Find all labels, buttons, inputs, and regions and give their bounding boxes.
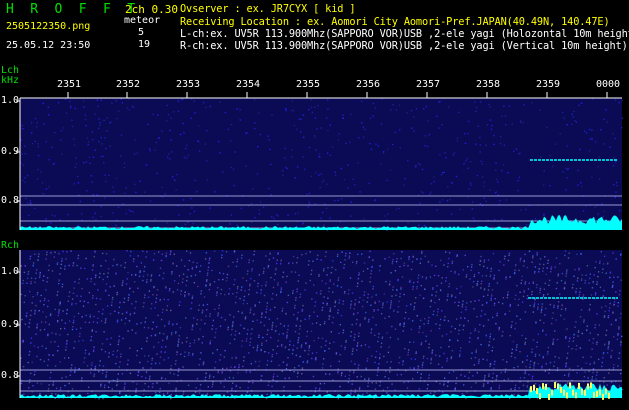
rch-spectrogram	[20, 250, 624, 400]
spectrogram-background	[20, 98, 622, 230]
spectrogram-panels	[16, 92, 624, 400]
lch-spectrogram	[20, 98, 624, 232]
